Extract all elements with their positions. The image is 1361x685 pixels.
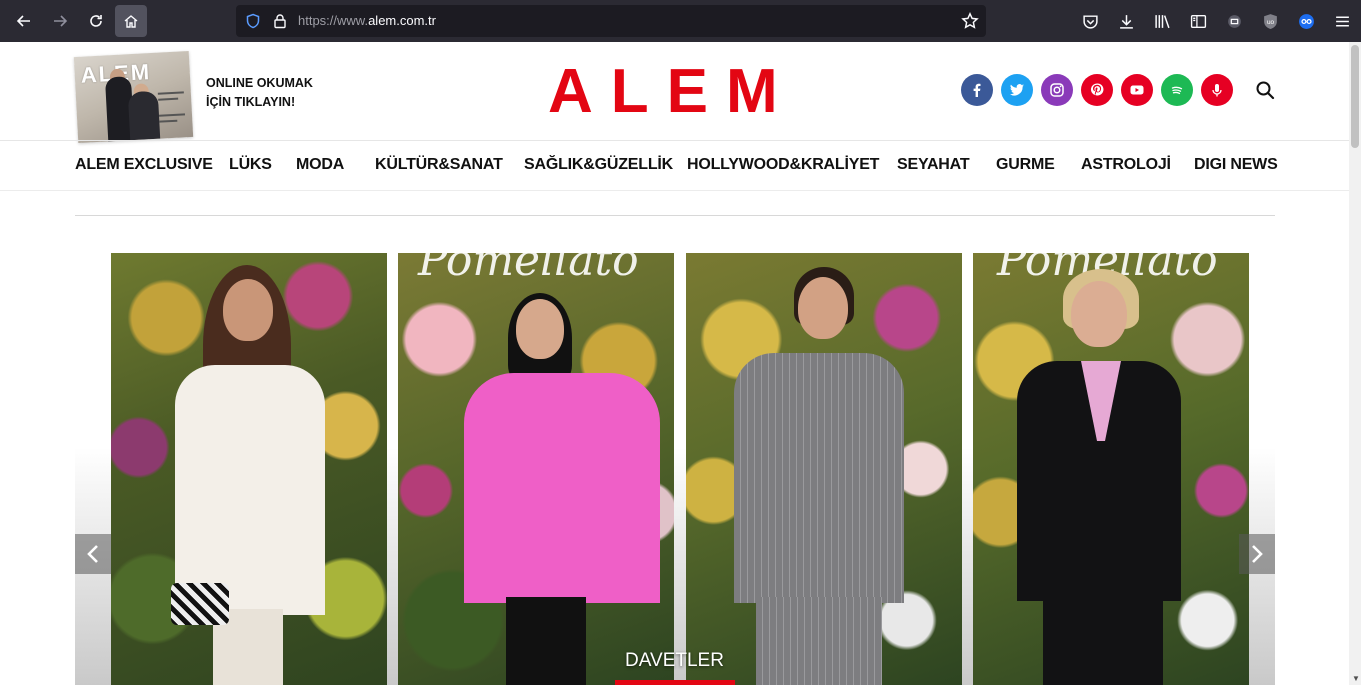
extension-button[interactable] [1224,11,1244,31]
menu-divider [0,190,1349,191]
downloads-button[interactable] [1116,11,1136,31]
podcast-icon [1212,84,1222,97]
download-icon [1119,14,1133,29]
menu-icon [1335,15,1349,27]
reload-icon [90,15,102,27]
online-read-line2: İÇİN TIKLAYIN! [206,95,296,109]
pocket-button[interactable] [1080,11,1100,31]
online-read-link[interactable]: ONLINE OKUMAK İÇİN TIKLAYIN! [206,74,313,112]
menu-item-luks[interactable]: LÜKS [229,156,272,174]
lock-icon[interactable] [272,13,288,29]
slider-caption-bar [615,680,735,685]
menu-item-kultur-sanat[interactable]: KÜLTÜR&SANAT [375,156,503,174]
chevron-right-icon [1252,545,1263,563]
spotify-link[interactable] [1161,74,1193,106]
search-icon[interactable] [1255,80,1275,100]
scroll-down-icon[interactable]: ▼ [1352,674,1360,683]
youtube-icon [1130,85,1144,95]
home-button[interactable] [115,5,147,37]
menu-item-astroloji[interactable]: ASTROLOJİ [1081,156,1171,174]
mask-button[interactable] [1296,11,1316,31]
menu-item-gurme[interactable]: GURME [996,156,1055,174]
online-read-line1: ONLINE OKUMAK [206,76,313,90]
url-domain: alem.com.tr [368,13,436,28]
ublock-icon: uo [1263,13,1277,29]
chevron-left-icon [87,545,98,563]
url-text[interactable]: https://www.alem.com.tr [298,13,436,28]
browser-toolbar: https://www.alem.com.tr uo [0,0,1361,42]
menu-item-hollywood-kraliyet[interactable]: HOLLYWOOD&KRALİYET [687,156,879,174]
slider-caption[interactable]: DAVETLER [0,650,1349,672]
instagram-link[interactable] [1041,74,1073,106]
sidebar-button[interactable] [1188,11,1208,31]
menu-item-seyahat[interactable]: SEYAHAT [897,156,970,174]
library-button[interactable] [1152,11,1172,31]
slide-image-4[interactable]: Pomellato [973,253,1249,685]
slide-image-2[interactable]: Pomellato [398,253,674,685]
mask-icon [1298,13,1314,29]
magazine-cover[interactable]: ALEM [73,51,194,143]
web-page: ALEM ONLINE OKUMAK İÇİN TIKLAYIN! ALEM A… [0,42,1349,685]
spotify-icon [1171,86,1183,95]
reader-icon [1190,14,1206,28]
menu-item-moda[interactable]: MODA [296,156,344,174]
forward-icon [54,15,68,27]
youtube-link[interactable] [1121,74,1153,106]
header-divider [0,140,1349,141]
slide-image-1[interactable] [111,253,387,685]
pocket-icon [1082,14,1098,29]
url-prefix: https://www. [298,13,369,28]
instagram-icon [1050,83,1064,97]
slider-prev-button[interactable] [75,534,111,574]
slider-next-button[interactable] [1239,534,1275,574]
featured-slider[interactable]: Pomellato Pomellato [75,253,1275,685]
twitter-link[interactable] [1001,74,1033,106]
pinterest-icon [1090,83,1104,96]
slide-image-3[interactable] [686,253,962,685]
forward-button[interactable] [46,7,74,35]
home-icon [124,15,138,28]
back-icon [16,15,30,27]
menu-item-digi-news[interactable]: DIGI NEWS [1194,156,1278,174]
shield-icon[interactable] [245,13,261,29]
podcast-link[interactable] [1201,74,1233,106]
twitter-icon [1010,84,1024,96]
reload-button[interactable] [82,7,110,35]
back-button[interactable] [10,7,38,35]
address-bar[interactable]: https://www.alem.com.tr [236,5,986,37]
site-logo[interactable]: ALEM [548,61,796,123]
main-menu: ALEM EXCLUSIVE LÜKS MODA KÜLTÜR&SANAT SA… [75,156,1278,178]
menu-item-saglik-guzellik[interactable]: SAĞLIK&GÜZELLİK [524,156,673,174]
extension-icon [1227,14,1241,28]
ublock-button[interactable]: uo [1260,11,1280,31]
content-divider [75,215,1275,216]
page-scrollbar[interactable]: ▼ [1349,42,1361,685]
facebook-link[interactable] [961,74,993,106]
library-icon [1154,14,1170,28]
pinterest-link[interactable] [1081,74,1113,106]
app-menu-button[interactable] [1332,11,1352,31]
svg-text:uo: uo [1266,19,1274,26]
menu-item-alem-exclusive[interactable]: ALEM EXCLUSIVE [75,156,213,174]
facebook-icon [973,83,981,97]
star-icon[interactable] [961,12,979,30]
scrollbar-thumb[interactable] [1351,45,1359,148]
